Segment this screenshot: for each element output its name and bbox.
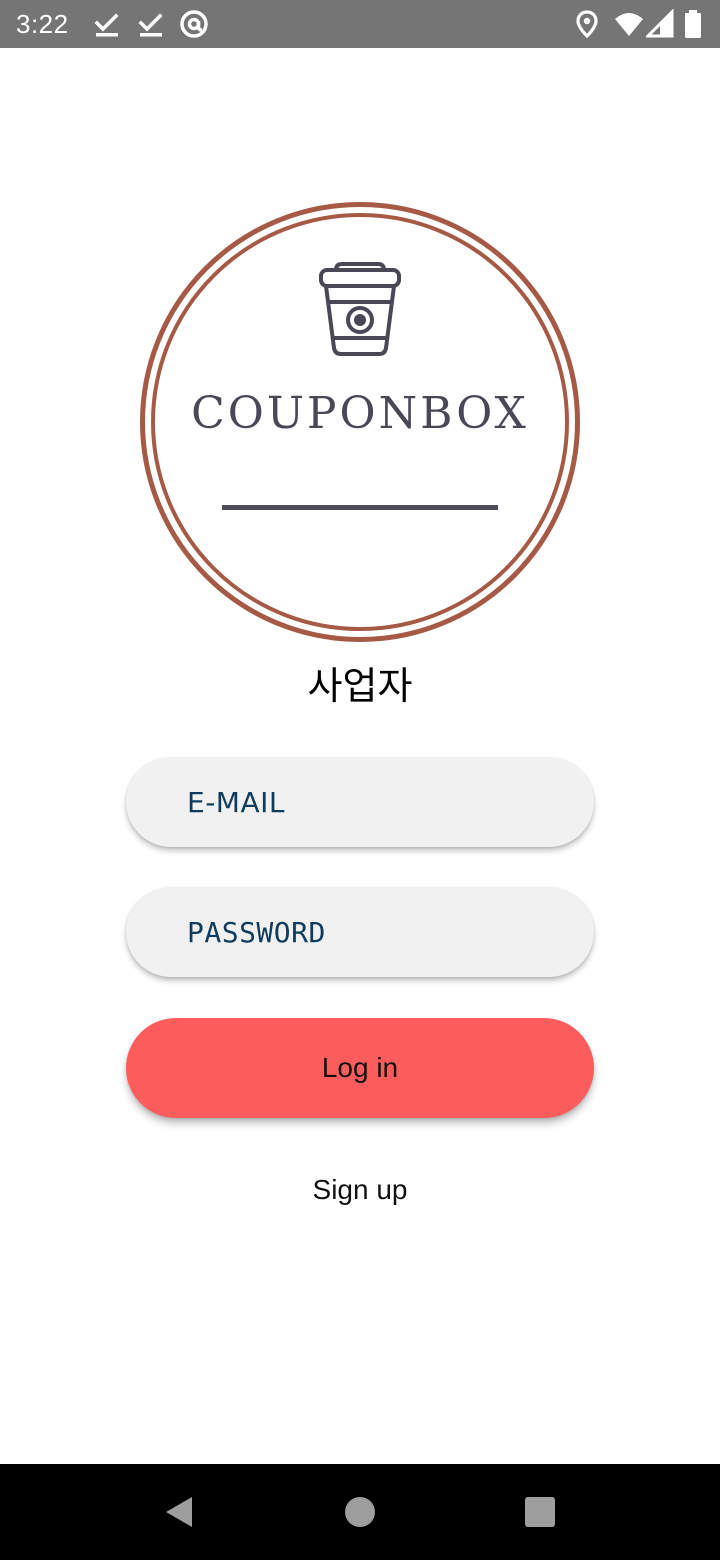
recents-icon[interactable] [520,1492,560,1532]
status-bar: 3:22 [0,0,720,48]
signup-button[interactable]: Sign up [260,1164,460,1216]
status-time: 3:22 [16,9,69,39]
app-logo: COUPONBOX [140,202,580,642]
check-download-icon [92,9,122,39]
check-download-icon [136,9,166,39]
password-field[interactable] [126,887,594,977]
home-icon[interactable] [340,1492,380,1532]
logo-underline [222,505,498,510]
at-sign-icon [179,9,209,39]
login-button[interactable]: Log in [126,1018,594,1118]
cell-signal-icon [646,9,676,39]
location-icon [572,9,602,39]
password-input[interactable] [126,887,594,977]
role-label: 사업자 [307,664,413,708]
logo-wordmark: COUPONBOX [191,388,529,439]
email-field[interactable] [126,757,594,847]
back-icon[interactable] [160,1492,200,1532]
navigation-bar [0,1464,720,1560]
coffee-cup-icon [316,262,404,358]
wifi-icon [614,9,644,39]
battery-icon [682,9,704,39]
email-input[interactable] [126,757,594,847]
